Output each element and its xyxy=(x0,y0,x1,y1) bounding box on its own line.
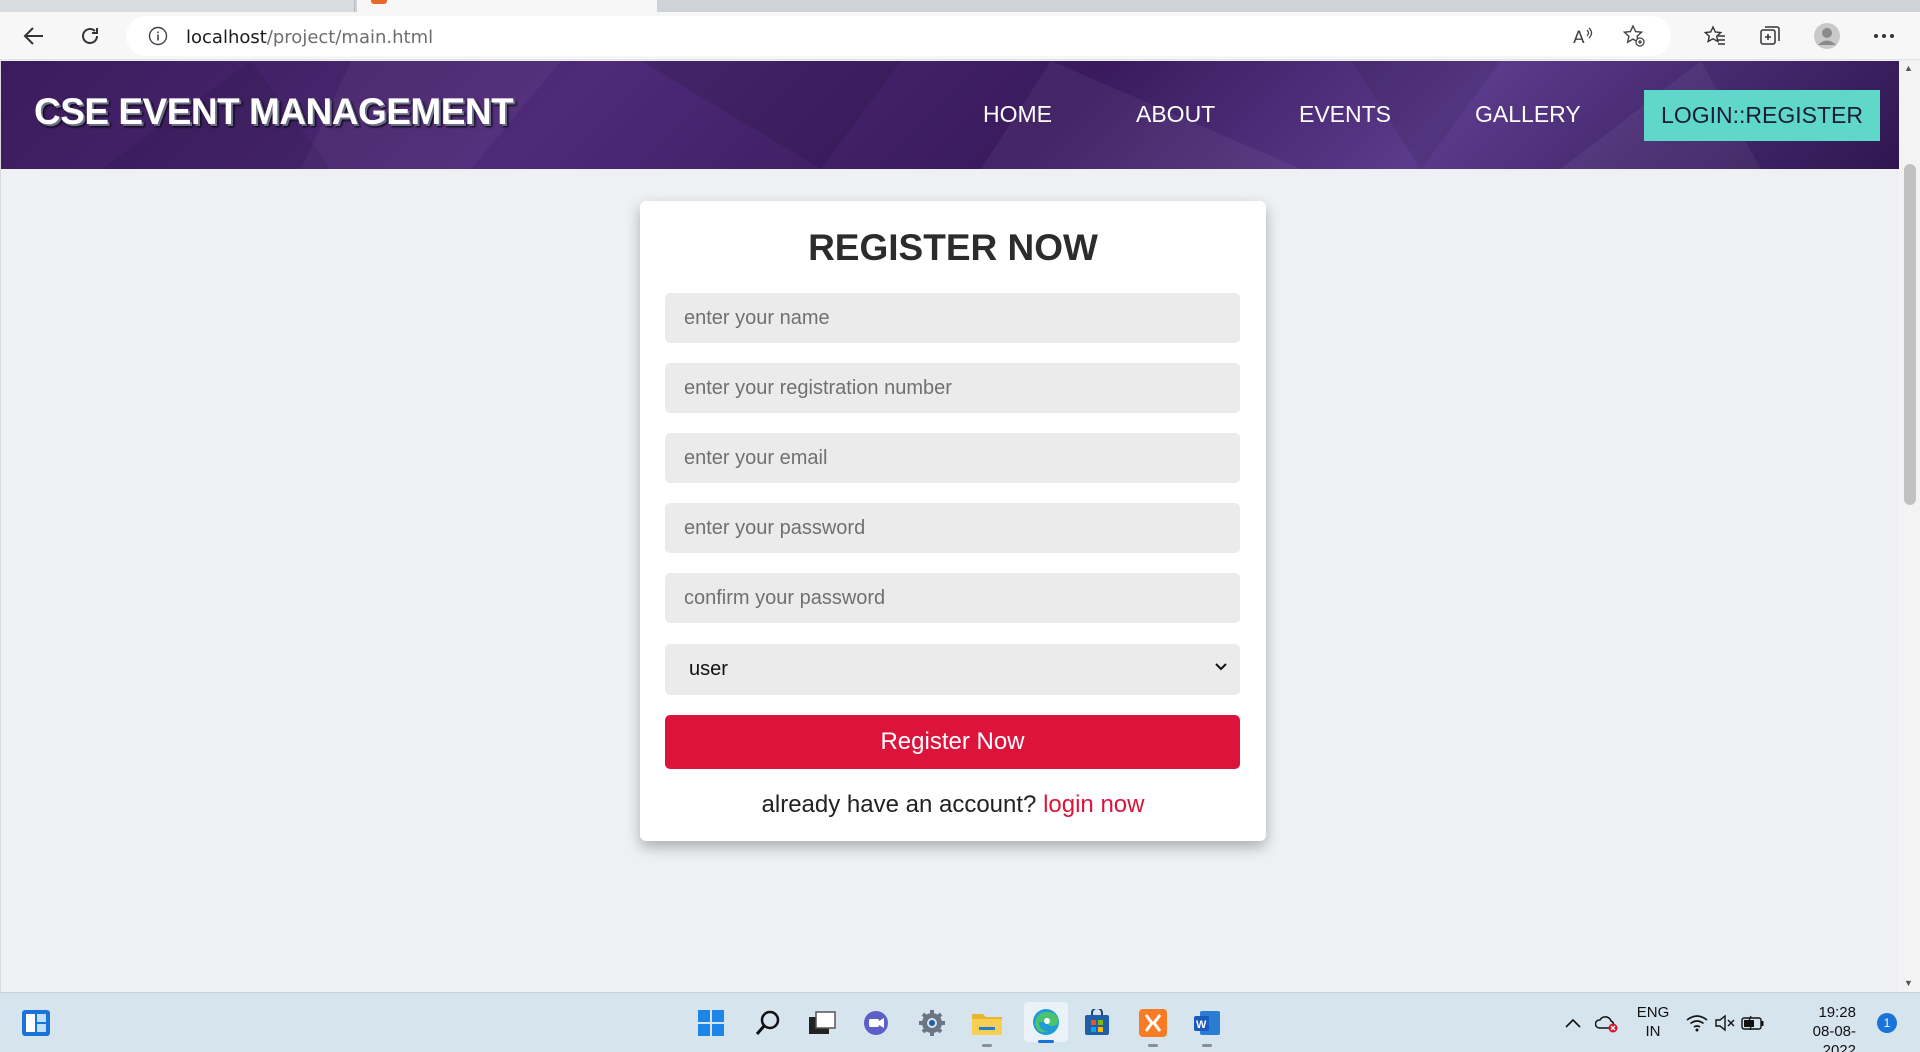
login-now-link[interactable]: login now xyxy=(1043,791,1144,818)
nav-about[interactable]: ABOUT xyxy=(1136,101,1215,128)
page-scrollbar[interactable]: ▲ ▼ xyxy=(1899,61,1920,992)
register-now-button[interactable]: Register Now xyxy=(665,715,1240,769)
svg-text:W: W xyxy=(1196,1019,1207,1031)
refresh-icon[interactable] xyxy=(75,21,105,51)
volume-muted-icon[interactable] xyxy=(1712,1007,1738,1039)
back-icon[interactable] xyxy=(19,21,49,51)
chevron-down-icon xyxy=(1215,663,1227,671)
registration-number-input[interactable] xyxy=(665,363,1240,413)
notification-badge[interactable]: 1 xyxy=(1877,1013,1897,1033)
microsoft-store-icon[interactable] xyxy=(1080,1007,1114,1039)
language-indicator[interactable]: ENG IN xyxy=(1635,1003,1671,1041)
name-input[interactable] xyxy=(665,293,1240,343)
show-hidden-icons-icon[interactable] xyxy=(1562,1007,1584,1039)
tab-strip xyxy=(0,0,1920,12)
battery-icon[interactable] xyxy=(1740,1007,1766,1039)
scrollbar-thumb[interactable] xyxy=(1904,164,1916,505)
wifi-icon[interactable] xyxy=(1684,1007,1710,1039)
address-bar[interactable]: localhost/project/main.html A xyxy=(126,16,1671,56)
browser-tab[interactable] xyxy=(0,0,355,12)
file-explorer-icon[interactable] xyxy=(970,1007,1004,1047)
clock[interactable]: 19:28 08-08-2022 xyxy=(1784,1003,1856,1052)
scroll-down-icon[interactable]: ▼ xyxy=(1904,978,1913,988)
register-form-card: REGISTER NOW user Register Now already h… xyxy=(640,201,1266,841)
user-type-select[interactable]: user xyxy=(665,644,1240,695)
nav-gallery[interactable]: GALLERY xyxy=(1475,101,1581,128)
favorites-icon[interactable] xyxy=(1700,21,1730,51)
region-code: IN xyxy=(1645,1023,1661,1040)
onedrive-error-icon[interactable] xyxy=(1594,1007,1620,1039)
scroll-up-icon[interactable]: ▲ xyxy=(1904,63,1913,73)
login-register-button[interactable]: LOGIN::REGISTER xyxy=(1644,90,1880,141)
already-have-account-text: already have an account? xyxy=(761,791,1037,818)
tab-favicon-icon xyxy=(371,0,387,4)
password-input[interactable] xyxy=(665,503,1240,553)
email-input[interactable] xyxy=(665,433,1240,483)
nav-home[interactable]: HOME xyxy=(983,101,1052,128)
site-info-icon[interactable] xyxy=(148,26,168,46)
profile-avatar-icon[interactable] xyxy=(1812,21,1842,51)
site-brand[interactable]: CSE EVENT MANAGEMENT xyxy=(34,91,514,133)
notification-count: 1 xyxy=(1883,1016,1891,1030)
url-text: localhost/project/main.html xyxy=(186,27,433,48)
language-code: ENG xyxy=(1636,1004,1670,1021)
clock-date: 08-08-2022 xyxy=(1812,1023,1856,1052)
collections-icon[interactable] xyxy=(1755,21,1785,51)
read-aloud-icon[interactable]: A xyxy=(1571,24,1595,53)
url-host: localhost xyxy=(186,27,267,48)
login-prompt: already have an account? login now xyxy=(640,791,1266,819)
start-windows-icon[interactable] xyxy=(694,1007,728,1039)
widgets-icon[interactable] xyxy=(19,1007,53,1039)
confirm-password-input[interactable] xyxy=(665,573,1240,623)
word-icon[interactable]: W xyxy=(1190,1007,1224,1047)
more-menu-icon[interactable] xyxy=(1869,21,1899,51)
browser-tab-active[interactable] xyxy=(357,0,657,12)
task-view-icon[interactable] xyxy=(805,1007,839,1039)
edge-browser-icon[interactable] xyxy=(1024,1002,1068,1043)
form-title: REGISTER NOW xyxy=(808,227,1098,268)
search-icon[interactable] xyxy=(751,1007,785,1039)
clock-time: 19:28 xyxy=(1818,1004,1856,1021)
user-type-value: user xyxy=(689,658,728,680)
xampp-icon[interactable] xyxy=(1136,1007,1170,1047)
svg-text:A: A xyxy=(1573,28,1585,48)
add-favorite-icon[interactable] xyxy=(1622,24,1646,53)
browser-toolbar: localhost/project/main.html A xyxy=(0,12,1920,60)
teams-chat-icon[interactable] xyxy=(859,1007,893,1039)
page-viewport: CSE EVENT MANAGEMENT HOME ABOUT EVENTS G… xyxy=(0,61,1899,992)
url-path: /project/main.html xyxy=(266,27,434,48)
settings-gear-icon[interactable] xyxy=(915,1007,949,1039)
windows-taskbar: W ENG IN 19:28 08-08-2022 1 xyxy=(0,992,1920,1052)
site-header: CSE EVENT MANAGEMENT HOME ABOUT EVENTS G… xyxy=(1,61,1899,169)
nav-events[interactable]: EVENTS xyxy=(1299,101,1391,128)
